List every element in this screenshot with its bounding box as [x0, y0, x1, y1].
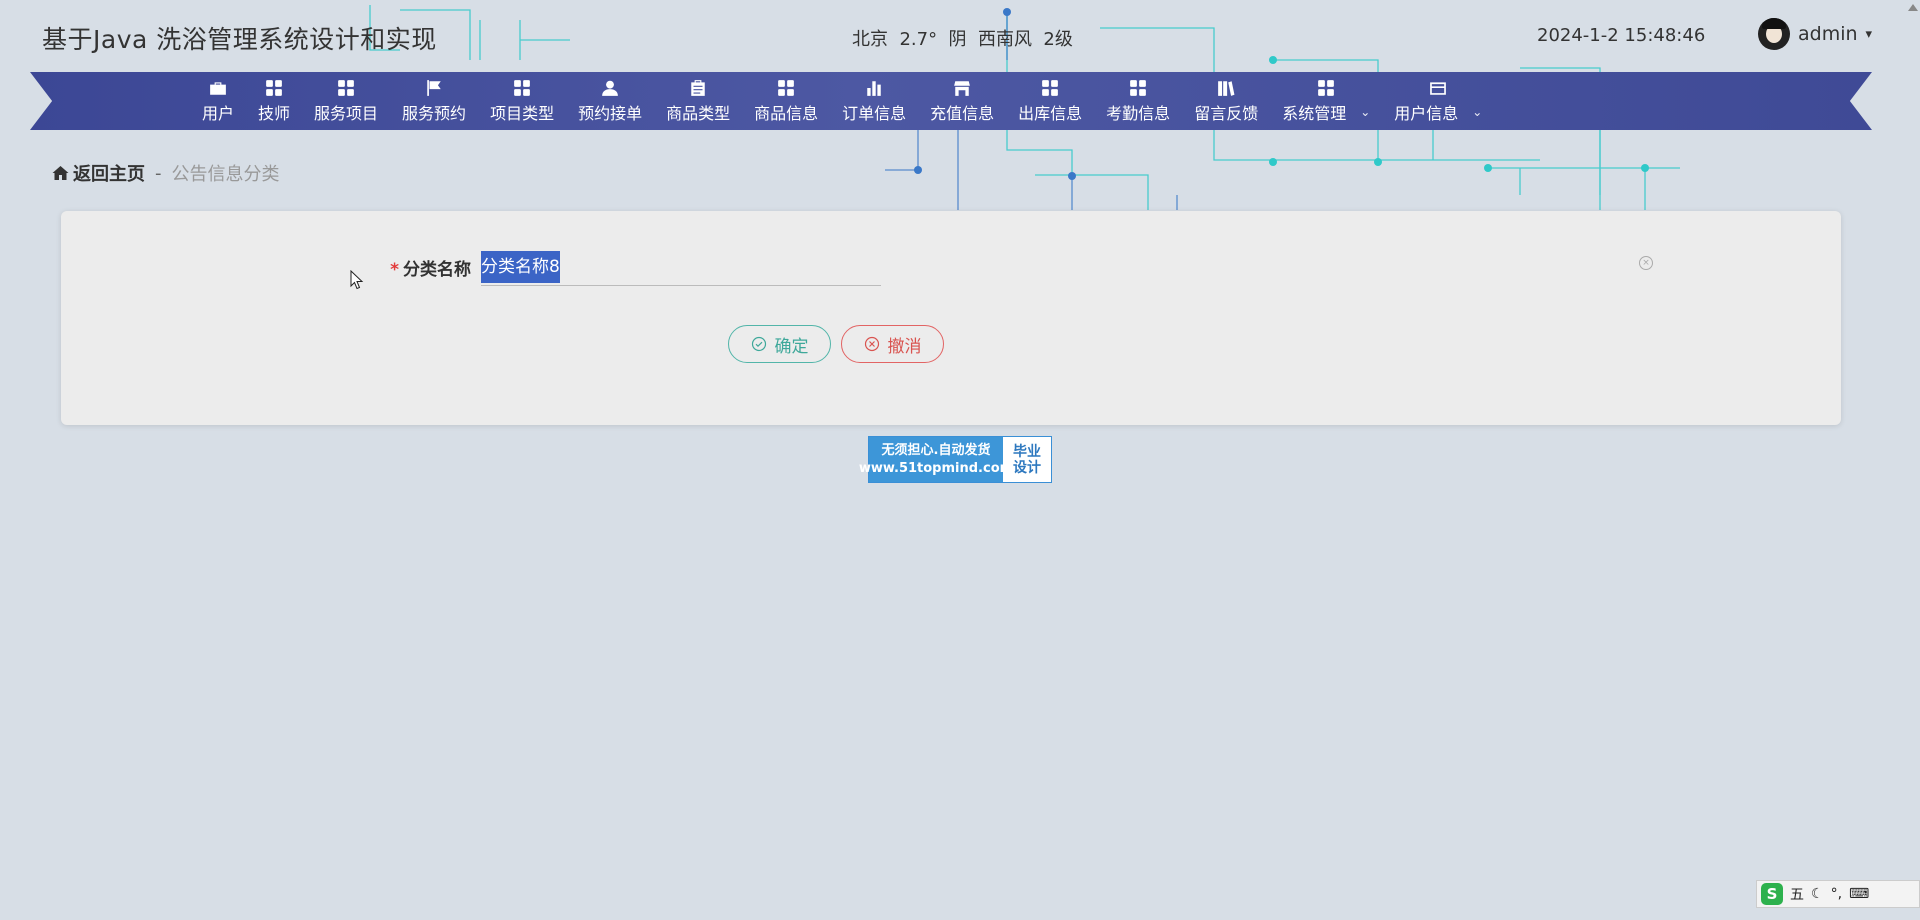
cancel-button-label: 撤消 — [887, 336, 922, 357]
current-datetime: 2024-1-2 15:48:46 — [1537, 25, 1706, 46]
bar-chart-icon — [867, 80, 881, 96]
nav-item-label: 用户 — [202, 103, 235, 123]
grid-icon — [1042, 79, 1059, 96]
ad-banner-left: 无须担心.自动发货 www.51topmind.com — [859, 437, 1013, 482]
person-icon — [602, 80, 618, 96]
briefcase-icon — [210, 81, 226, 95]
breadcrumb-separator: - — [155, 162, 162, 184]
form-card: * 分类名称 分类名称8 × 确定 撤消 — [61, 211, 1841, 425]
confirm-button[interactable]: 确定 — [728, 325, 831, 363]
nav-item-attendance[interactable]: 考勤信息 — [1094, 72, 1182, 130]
ime-logo-icon: S — [1761, 883, 1783, 905]
required-mark: * — [390, 260, 399, 280]
nav-item-service-booking[interactable]: 服务预约 — [390, 72, 478, 130]
nav-item-product-info[interactable]: 商品信息 — [742, 72, 830, 130]
nav-item-outbound[interactable]: 出库信息 — [1006, 72, 1094, 130]
chevron-down-icon: ⌄ — [1360, 104, 1371, 119]
weather-info: 北京 2.7° 阴 西南风 2级 — [852, 29, 1073, 50]
grid-icon — [1318, 79, 1335, 96]
nav-item-recharge[interactable]: 充值信息 — [918, 72, 1006, 130]
form-row-category-name: * 分类名称 分类名称8 — [351, 249, 881, 286]
keyboard-icon[interactable]: ⌨ — [1849, 886, 1869, 902]
breadcrumb-home-label: 返回主页 — [73, 164, 145, 185]
nav-item-feedback[interactable]: 留言反馈 — [1182, 72, 1270, 130]
mouse-cursor-icon — [350, 270, 364, 290]
nav-item-label: 服务预约 — [402, 103, 467, 123]
nav-item-label: 商品信息 — [754, 103, 819, 123]
grid-icon — [514, 79, 530, 96]
category-name-label: * 分类名称 — [351, 255, 481, 280]
breadcrumb-current: 公告信息分类 — [171, 164, 280, 185]
ad-banner-right: 毕业 设计 — [1003, 437, 1051, 482]
category-name-label-text: 分类名称 — [403, 260, 471, 280]
avatar — [1758, 18, 1790, 50]
books-icon — [1218, 80, 1235, 96]
grid-icon — [778, 79, 794, 96]
nav-item-project-types[interactable]: 项目类型 — [478, 72, 566, 130]
nav-item-label: 用户信息 — [1394, 103, 1459, 123]
nav-item-users[interactable]: 用户 — [190, 72, 246, 130]
nav-item-label: 订单信息 — [842, 103, 907, 123]
clipboard-icon — [691, 79, 705, 96]
nav-item-label: 项目类型 — [490, 103, 555, 123]
app-title: 基于Java 洗浴管理系统设计和实现 — [42, 25, 437, 54]
punctuation-icon[interactable]: °, — [1831, 886, 1842, 902]
moon-icon[interactable]: ☾ — [1811, 886, 1824, 902]
ad-banner-line2: www.51topmind.com — [858, 460, 1014, 476]
grid-icon — [338, 79, 354, 96]
nav-item-label: 系统管理 — [1282, 103, 1347, 123]
breadcrumb-home[interactable]: 返回主页 — [52, 160, 145, 186]
nav-item-service-items[interactable]: 服务项目 — [302, 72, 390, 130]
home-icon — [52, 166, 69, 180]
nav-item-booking-orders[interactable]: 预约接单 — [566, 72, 654, 130]
ime-mode[interactable]: 五 — [1790, 884, 1804, 904]
nav-item-label: 商品类型 — [666, 103, 731, 123]
nav-item-orders[interactable]: 订单信息 — [830, 72, 918, 130]
grid-icon — [266, 79, 282, 96]
check-circle-icon — [751, 336, 766, 352]
top-header: 基于Java 洗浴管理系统设计和实现 北京 2.7° 阴 西南风 2级 2024… — [0, 0, 1920, 72]
nav-item-label: 出库信息 — [1018, 103, 1083, 123]
ad-banner-right2: 设计 — [1013, 459, 1041, 476]
grid-icon — [1130, 79, 1147, 96]
store-icon — [954, 80, 971, 96]
ad-banner[interactable]: 无须担心.自动发货 www.51topmind.com 毕业 设计 — [859, 436, 1052, 483]
chevron-down-icon: ⌄ — [1472, 104, 1483, 119]
confirm-button-label: 确定 — [774, 336, 809, 357]
category-name-value: 分类名称8 — [481, 251, 560, 283]
nav-item-label: 技师 — [258, 103, 291, 123]
nav-item-label: 留言反馈 — [1194, 103, 1259, 123]
nav-item-user-info[interactable]: 用户信息 ⌄ — [1382, 72, 1494, 130]
nav-item-label: 服务项目 — [314, 103, 379, 123]
user-menu[interactable]: admin ▾ — [1758, 18, 1872, 50]
nav-item-label: 充值信息 — [930, 103, 995, 123]
nav-item-product-types[interactable]: 商品类型 — [654, 72, 742, 130]
close-circle-icon — [864, 336, 879, 352]
ad-banner-right1: 毕业 — [1013, 443, 1041, 460]
flag-icon — [427, 79, 441, 96]
nav-item-label-wrap: 用户信息 ⌄ — [1394, 100, 1482, 124]
ime-toolbar[interactable]: S 五 ☾ °, ⌨ — [1756, 880, 1920, 908]
nav-item-label: 考勤信息 — [1106, 103, 1171, 123]
username: admin — [1798, 23, 1858, 45]
nav-items: 用户 技师 服务项目 服务预约 项目类型 预约接单 商品类型 商品信息 订单信息… — [190, 72, 1494, 130]
clear-icon[interactable]: × — [1639, 256, 1653, 270]
cancel-button[interactable]: 撤消 — [841, 325, 944, 363]
main-nav-bar: 用户 技师 服务项目 服务预约 项目类型 预约接单 商品类型 商品信息 订单信息… — [30, 72, 1872, 130]
breadcrumb: 返回主页 - 公告信息分类 — [52, 160, 280, 186]
chevron-down-icon: ▾ — [1865, 26, 1873, 42]
nav-item-label: 预约接单 — [578, 103, 643, 123]
nav-item-system-management[interactable]: 系统管理 ⌄ — [1270, 72, 1382, 130]
wallet-icon — [1430, 81, 1447, 95]
nav-item-technicians[interactable]: 技师 — [246, 72, 302, 130]
nav-item-label-wrap: 系统管理 ⌄ — [1282, 100, 1370, 124]
ad-banner-line1: 无须担心.自动发货 — [881, 442, 991, 458]
category-name-input[interactable]: 分类名称8 — [481, 249, 881, 286]
